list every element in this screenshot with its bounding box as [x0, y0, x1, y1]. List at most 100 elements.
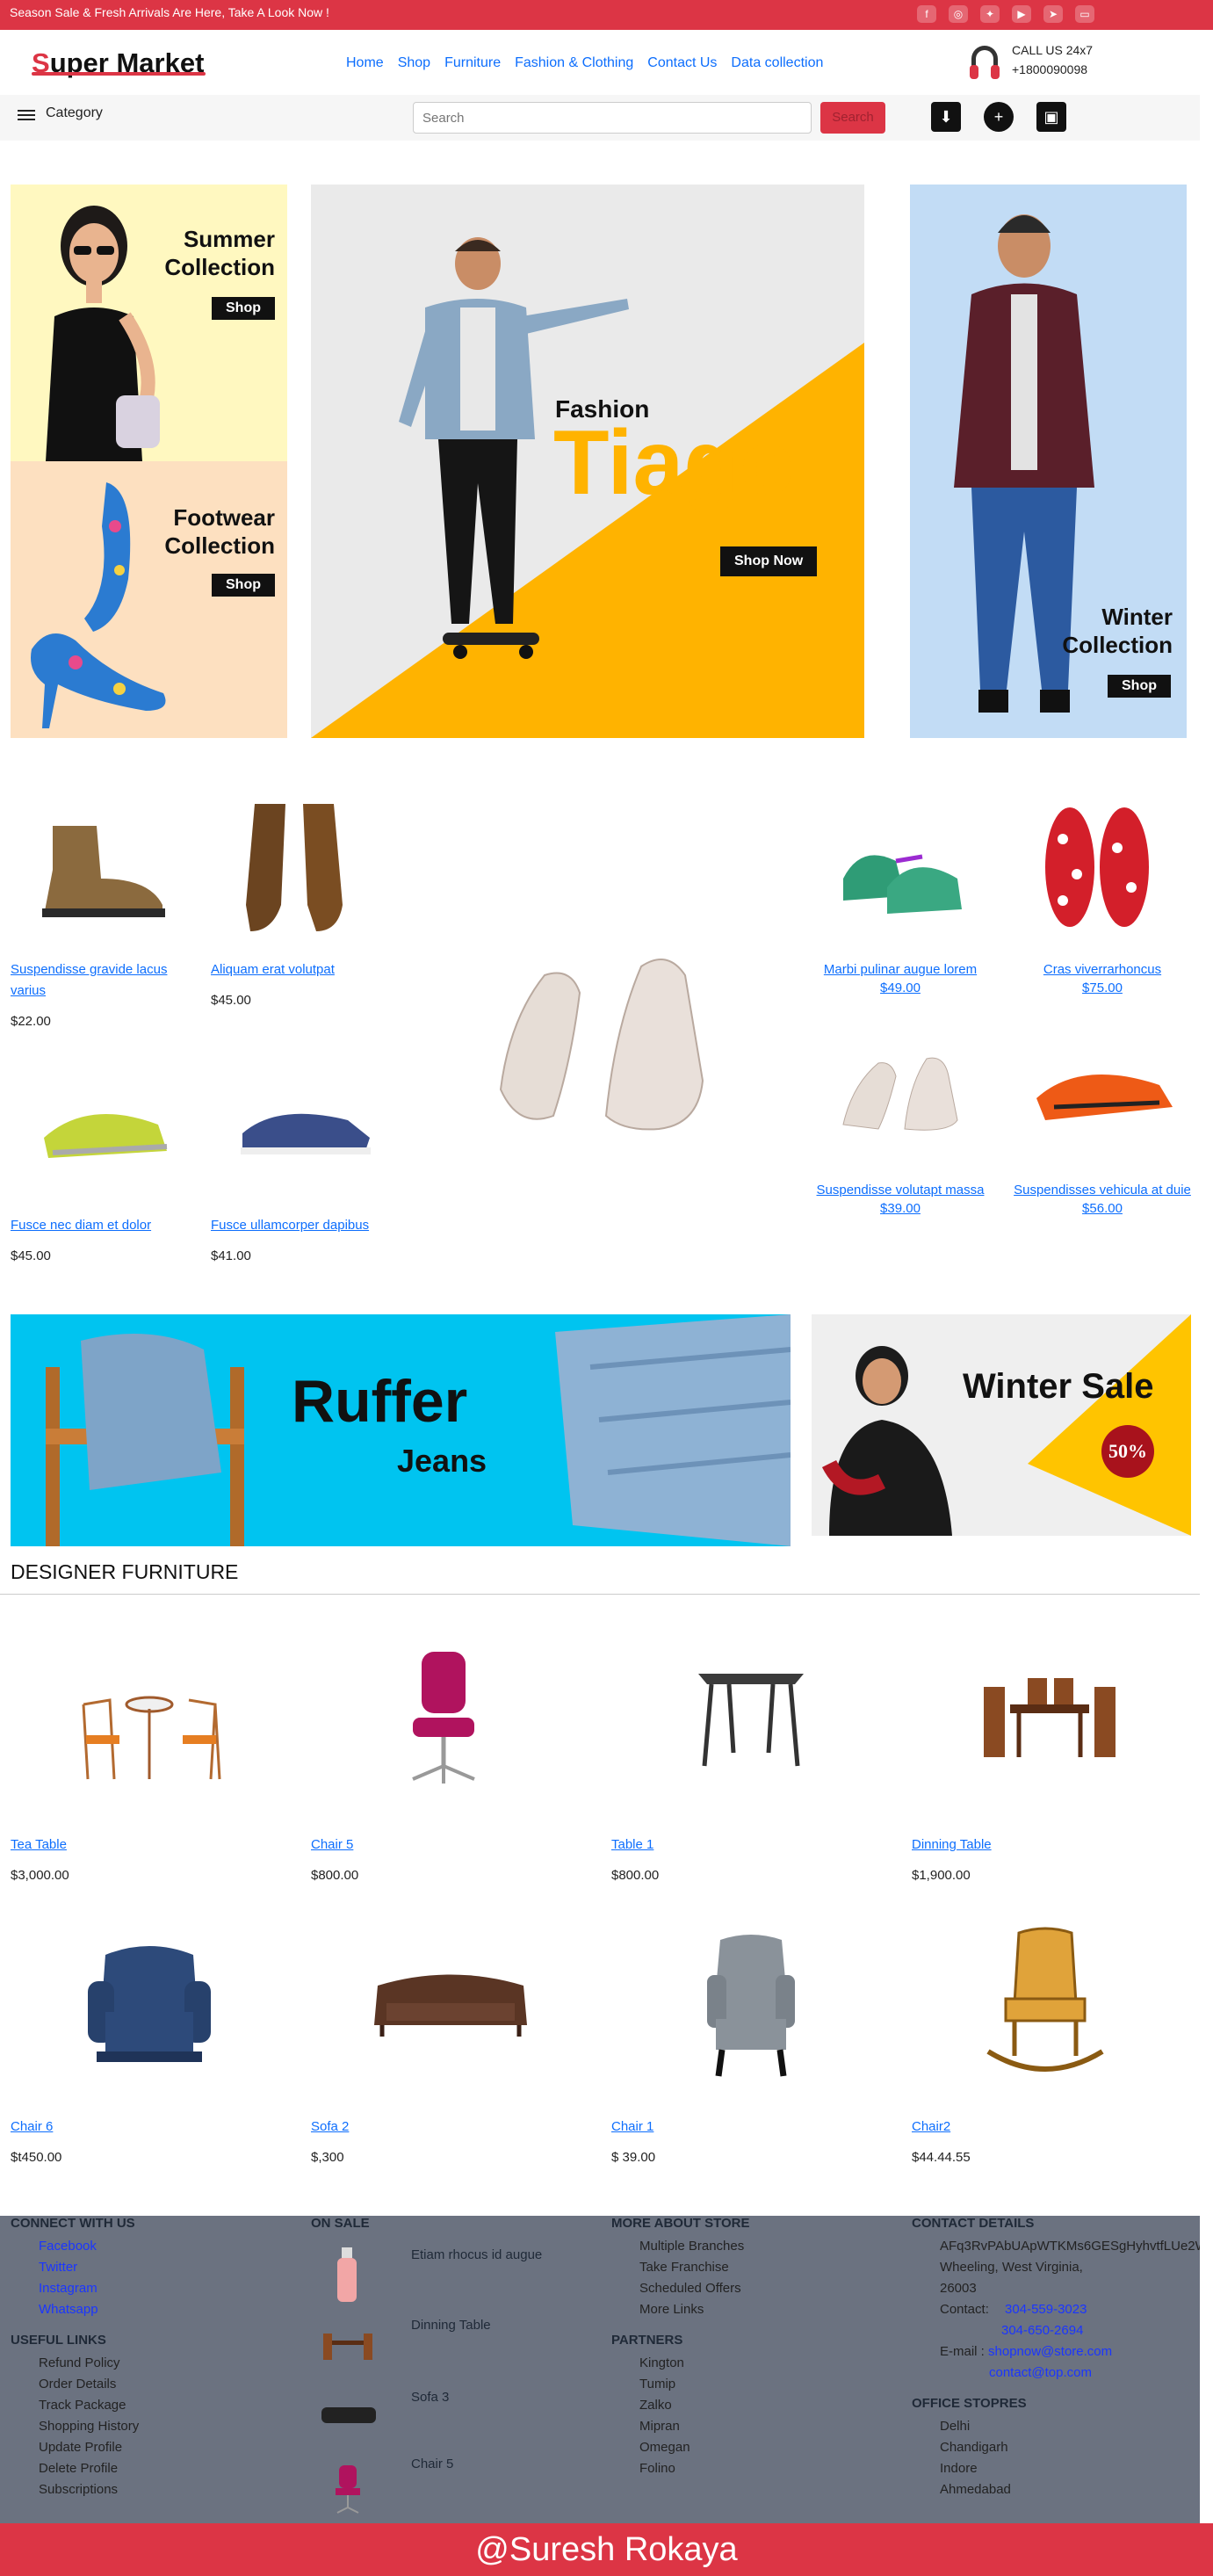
product-price[interactable]: $39.00 — [808, 1201, 993, 1216]
winter-collection-banner[interactable]: Winter Collection Shop — [910, 185, 1187, 738]
product-name[interactable]: Suspendisse volutapt massa — [808, 1180, 993, 1201]
fashion-tiago-banner[interactable]: Fashion Tiago Shop Now — [311, 185, 864, 738]
footer-link[interactable]: Delete Profile — [11, 2458, 139, 2479]
high-heel-image — [31, 482, 166, 728]
woman-hoodie-image — [821, 1346, 952, 1536]
contact-title: CONTACT DETAILS — [912, 2216, 1035, 2231]
product-name[interactable]: Fusce nec diam et dolor — [11, 1215, 204, 1236]
footer-link[interactable]: Refund Policy — [11, 2353, 139, 2374]
winter-sale-banner[interactable]: Winter Sale 50% — [812, 1314, 1191, 1536]
product-price[interactable]: $75.00 — [1010, 980, 1195, 995]
footer-link[interactable]: Tumip — [611, 2374, 750, 2395]
winter-sale-title: Winter Sale — [963, 1367, 1154, 1406]
office-item[interactable]: Delhi — [912, 2416, 1200, 2437]
footwear-collection-banner[interactable]: Footwear Collection Shop — [11, 461, 287, 738]
product-name[interactable]: Fusce ullamcorper dapibus — [211, 1215, 404, 1236]
product-name[interactable]: Dinning Table — [912, 1834, 1105, 1856]
nude-heels-image — [499, 959, 704, 1131]
product-name[interactable]: Marbi pulinar augue lorem — [808, 959, 993, 980]
footer-link[interactable]: Take Franchise — [611, 2257, 750, 2278]
product-card: Suspendisse volutapt massa $39.00 — [808, 1180, 993, 1216]
search-button[interactable]: Search — [820, 102, 885, 134]
instagram-icon[interactable]: ◎ — [949, 5, 968, 23]
contact-email-row: E-mail : shopnow@store.com — [912, 2341, 1200, 2363]
winter-shop-button[interactable]: Shop — [1108, 675, 1171, 698]
product-name[interactable]: Sofa 2 — [311, 2117, 504, 2138]
furniture-card: Chair 6 $t450.00 — [11, 2117, 204, 2165]
jeans-title: Jeans — [397, 1443, 487, 1479]
office-item[interactable]: Chandigarh — [912, 2437, 1200, 2458]
search-bar-row: Category Search ⬇ + ▣ — [0, 95, 1200, 141]
summer-collection-banner[interactable]: Summer Collection Shop — [11, 185, 287, 461]
office-item[interactable]: Ahmedabad — [912, 2479, 1200, 2500]
nav-shop[interactable]: Shop — [398, 55, 430, 71]
sale-item[interactable]: Dinning Table — [411, 2318, 578, 2333]
search-input[interactable] — [413, 102, 812, 134]
tiago-shop-now-button[interactable]: Shop Now — [720, 546, 818, 576]
footwear-shop-button[interactable]: Shop — [212, 574, 275, 597]
product-name[interactable]: Table 1 — [611, 1834, 805, 1856]
footer-link[interactable]: Whatsapp — [11, 2299, 139, 2320]
footer-link[interactable]: Facebook — [11, 2236, 139, 2257]
add-icon[interactable]: + — [984, 102, 1014, 132]
nav-furniture[interactable]: Furniture — [444, 55, 501, 71]
footer-link[interactable]: Twitter — [11, 2257, 139, 2278]
summer-shop-button[interactable]: Shop — [212, 297, 275, 320]
product-name[interactable]: Suspendisses vehicula at duie — [1010, 1180, 1195, 1201]
office-chair-image — [412, 1652, 475, 1784]
office-item[interactable]: Indore — [912, 2458, 1200, 2479]
product-price[interactable]: $49.00 — [808, 980, 993, 995]
facebook-icon[interactable]: f — [917, 5, 936, 23]
footer-link[interactable]: Folino — [611, 2458, 750, 2479]
product-name[interactable]: Tea Table — [11, 1834, 204, 1856]
product-price[interactable]: $56.00 — [1010, 1201, 1195, 1216]
footer-link[interactable]: Order Details — [11, 2374, 139, 2395]
chair-thumbnail — [336, 2465, 360, 2514]
archive-icon[interactable]: ⬇ — [931, 102, 961, 132]
footer-link[interactable]: Update Profile — [11, 2437, 139, 2458]
phone-link[interactable]: 304-650-2694 — [912, 2320, 1200, 2341]
footer-link[interactable]: Scheduled Offers — [611, 2278, 750, 2299]
footer-link[interactable]: Mipran — [611, 2416, 750, 2437]
product-name[interactable]: Chair 6 — [11, 2117, 204, 2138]
footer-link[interactable]: Omegan — [611, 2437, 750, 2458]
phone-link[interactable]: 304-559-3023 — [1005, 2302, 1087, 2317]
ruffer-jeans-banner[interactable]: Ruffer Jeans — [11, 1314, 791, 1546]
footer-link[interactable]: Zalko — [611, 2395, 750, 2416]
save-icon[interactable]: ▣ — [1036, 102, 1066, 132]
footer-link[interactable]: Multiple Branches — [611, 2236, 750, 2257]
announcement-text: Season Sale & Fresh Arrivals Are Here, T… — [10, 5, 329, 19]
rocking-chair-image — [986, 1927, 1104, 2072]
product-name[interactable]: Chair2 — [912, 2117, 1105, 2138]
nav-fashion[interactable]: Fashion & Clothing — [515, 55, 633, 71]
menu-icon[interactable] — [18, 107, 35, 121]
product-name[interactable]: Chair 1 — [611, 2117, 805, 2138]
sale-item[interactable]: Chair 5 — [411, 2457, 578, 2471]
footer-link[interactable]: Subscriptions — [11, 2479, 139, 2500]
youtube-icon[interactable]: ▶ — [1012, 5, 1031, 23]
footwear-title-2: Collection — [164, 532, 275, 559]
nav-contact[interactable]: Contact Us — [647, 55, 717, 71]
footer-link[interactable]: More Links — [611, 2299, 750, 2320]
nav-home[interactable]: Home — [346, 55, 384, 71]
credit-bar: @Suresh Rokaya — [0, 2523, 1213, 2576]
product-name[interactable]: Aliquam erat volutpat — [211, 959, 386, 980]
email-link[interactable]: contact@top.com — [912, 2363, 1200, 2384]
telegram-icon[interactable]: ➤ — [1043, 5, 1063, 23]
footer-link[interactable]: Instagram — [11, 2278, 139, 2299]
product-name[interactable]: Cras viverrarhoncus — [1010, 959, 1195, 980]
desktop-icon[interactable]: ▭ — [1075, 5, 1094, 23]
footer-link[interactable]: Shopping History — [11, 2416, 139, 2437]
email-link[interactable]: shopnow@store.com — [988, 2344, 1112, 2359]
sale-item[interactable]: Sofa 3 — [411, 2390, 578, 2405]
footer-link[interactable]: Track Package — [11, 2395, 139, 2416]
category-label[interactable]: Category — [46, 105, 103, 121]
contact-column: CONTACT DETAILS AFq3RvPAbUApWTKMs6GESgHy… — [912, 2216, 1200, 2500]
on-sale-title: ON SALE — [311, 2216, 370, 2231]
sale-item[interactable]: Etiam rhocus id augue — [411, 2247, 578, 2262]
product-name[interactable]: Chair 5 — [311, 1834, 504, 1856]
twitter-icon[interactable]: ✦ — [980, 5, 1000, 23]
footer-link[interactable]: Kington — [611, 2353, 750, 2374]
product-name[interactable]: Suspendisse gravide lacus varius — [11, 959, 186, 1002]
nav-data-collection[interactable]: Data collection — [731, 55, 823, 71]
